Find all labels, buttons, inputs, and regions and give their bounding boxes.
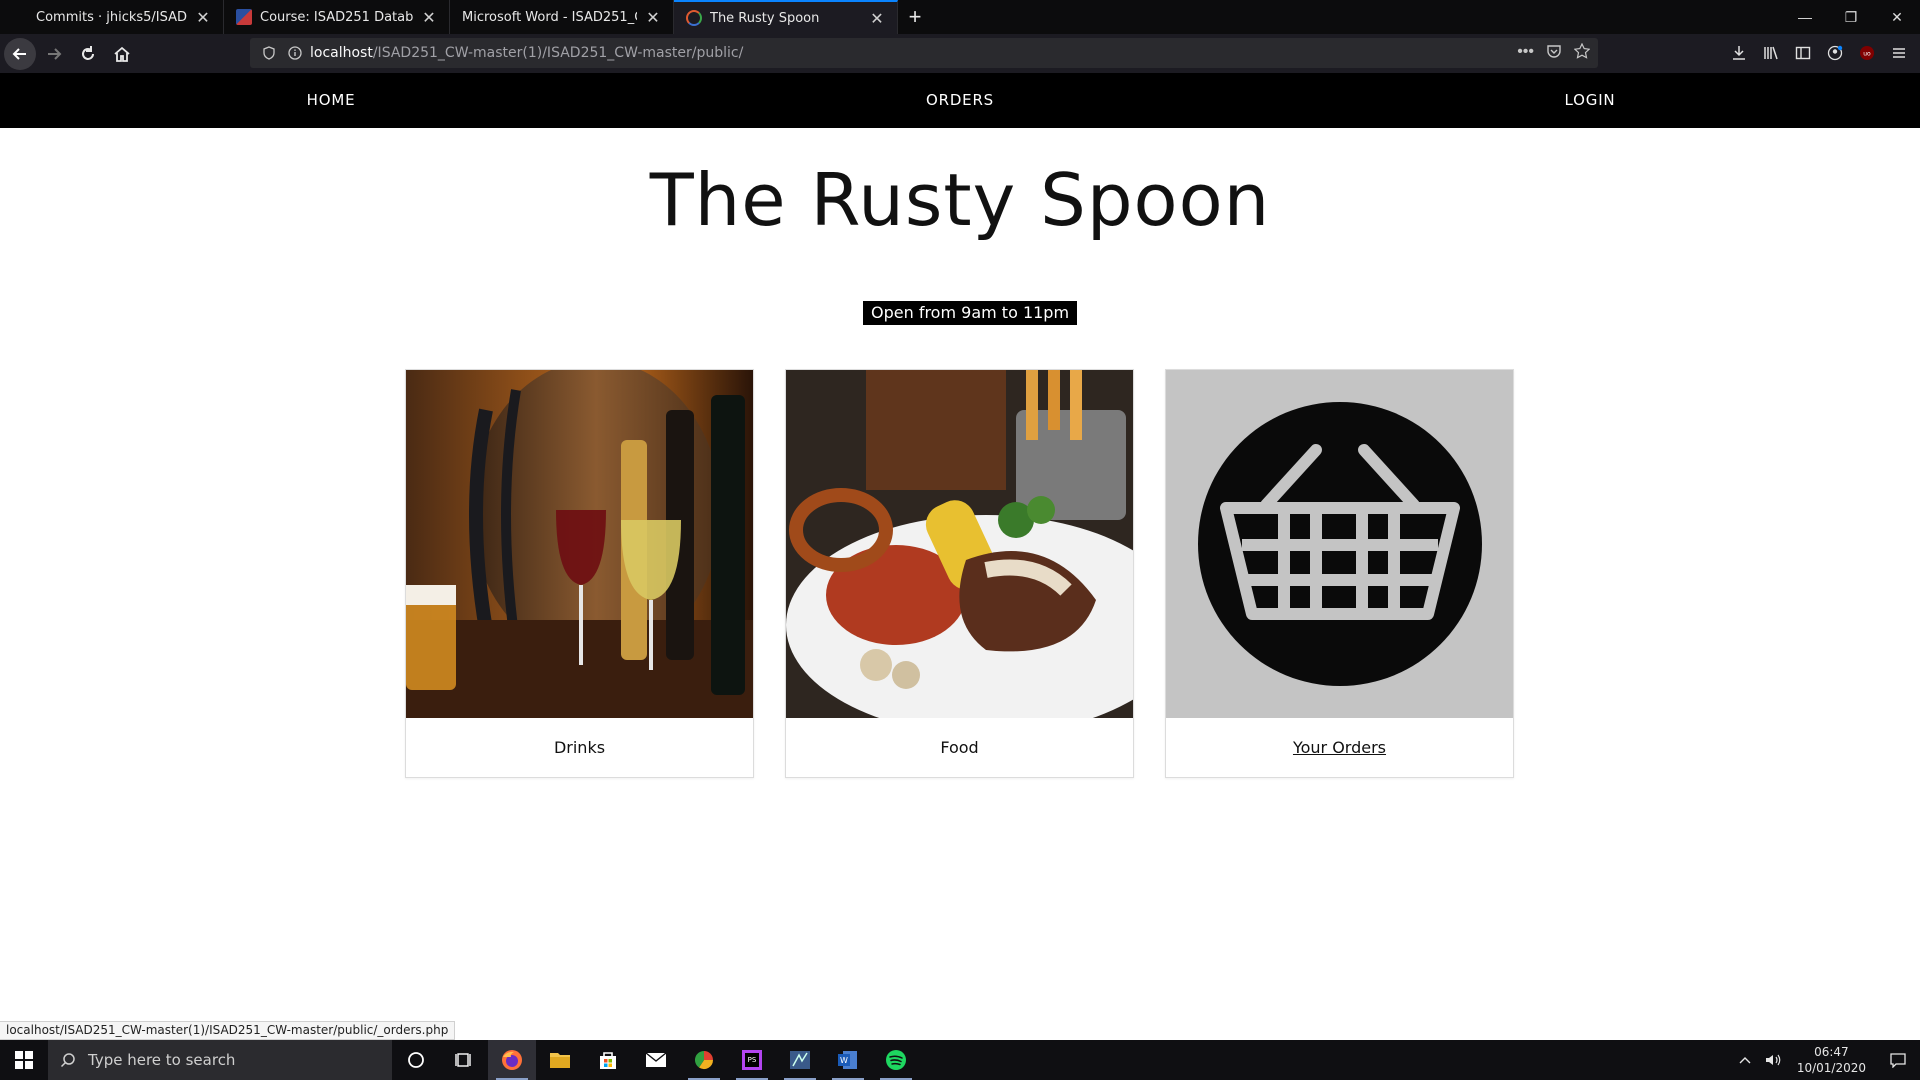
basket-image bbox=[1166, 370, 1513, 718]
food-image bbox=[786, 370, 1133, 718]
new-tab-button[interactable]: + bbox=[898, 0, 932, 34]
browser-tab-commits[interactable]: Commits · jhicks5/ISAD251_CW ✕ bbox=[0, 0, 224, 34]
close-icon[interactable]: ✕ bbox=[869, 9, 885, 28]
taskbar-ssms[interactable] bbox=[776, 1040, 824, 1080]
svg-text:uo: uo bbox=[1863, 51, 1871, 58]
library-icon[interactable] bbox=[1760, 42, 1782, 64]
browser-tab-word[interactable]: Microsoft Word - ISAD251_Coursew ✕ bbox=[450, 0, 674, 34]
taskbar-phpstorm[interactable]: PS bbox=[728, 1040, 776, 1080]
browser-tab-strip: Commits · jhicks5/ISAD251_CW ✕ Course: I… bbox=[0, 0, 1920, 34]
browser-toolbar: localhost/ISAD251_CW-master(1)/ISAD251_C… bbox=[0, 34, 1920, 73]
mail-icon bbox=[645, 1052, 667, 1067]
taskbar-mail[interactable] bbox=[632, 1040, 680, 1080]
menu-icon[interactable] bbox=[1888, 42, 1910, 64]
system-tray: 06:47 10/01/2020 bbox=[1731, 1040, 1920, 1080]
word-icon: W bbox=[838, 1051, 857, 1069]
back-arrow-icon bbox=[12, 47, 26, 60]
store-bag-icon bbox=[600, 1052, 616, 1069]
windows-logo-icon bbox=[15, 1051, 33, 1069]
task-view-icon bbox=[455, 1053, 471, 1067]
start-button[interactable] bbox=[0, 1040, 48, 1080]
account-icon[interactable] bbox=[1824, 42, 1846, 64]
food-card[interactable]: Food bbox=[785, 369, 1134, 778]
taskbar-firefox[interactable] bbox=[488, 1040, 536, 1080]
minimize-icon[interactable]: — bbox=[1782, 0, 1828, 34]
taskbar-clock[interactable]: 06:47 10/01/2020 bbox=[1787, 1044, 1876, 1076]
folder-icon bbox=[550, 1053, 570, 1068]
taskbar-spotify[interactable] bbox=[872, 1040, 920, 1080]
clock-date: 10/01/2020 bbox=[1796, 1061, 1866, 1075]
sidebar-icon[interactable] bbox=[1792, 42, 1814, 64]
taskbar-store[interactable] bbox=[584, 1040, 632, 1080]
nav-home-link[interactable]: HOME bbox=[307, 73, 356, 128]
forward-arrow-icon bbox=[48, 47, 62, 60]
cortana-icon bbox=[408, 1052, 424, 1068]
close-icon[interactable]: ✕ bbox=[195, 8, 211, 27]
nav-orders-link[interactable]: ORDERS bbox=[926, 73, 994, 128]
sql-server-icon bbox=[790, 1051, 810, 1069]
url-path: /ISAD251_CW-master(1)/ISAD251_CW-master/… bbox=[372, 45, 744, 61]
drinks-card[interactable]: Drinks bbox=[405, 369, 754, 778]
task-view-button[interactable] bbox=[440, 1040, 488, 1080]
home-button[interactable] bbox=[106, 38, 138, 70]
svg-text:PS: PS bbox=[748, 1056, 757, 1064]
page-actions-icon[interactable]: ••• bbox=[1517, 43, 1534, 64]
drinks-image bbox=[406, 370, 753, 718]
nav-login-link[interactable]: LOGIN bbox=[1565, 73, 1616, 128]
site-info-icon[interactable] bbox=[284, 43, 306, 63]
reload-button[interactable] bbox=[72, 38, 104, 70]
forward-button[interactable] bbox=[38, 38, 70, 70]
pocket-icon[interactable] bbox=[1546, 43, 1562, 64]
notifications-icon[interactable] bbox=[1876, 1052, 1920, 1068]
card-label[interactable]: Food bbox=[786, 718, 1133, 777]
opening-hours-badge: Open from 9am to 11pm bbox=[863, 301, 1078, 325]
bookmark-star-icon[interactable] bbox=[1573, 42, 1591, 64]
tab-title: Commits · jhicks5/ISAD251_CW bbox=[36, 9, 187, 25]
restore-icon[interactable]: ❐ bbox=[1828, 0, 1874, 34]
volume-icon[interactable] bbox=[1759, 1053, 1787, 1067]
your-orders-link[interactable]: Your Orders bbox=[1166, 718, 1513, 777]
loading-spinner-icon bbox=[686, 10, 702, 26]
chrome-like-app-icon bbox=[694, 1051, 713, 1070]
downloads-icon[interactable] bbox=[1728, 42, 1750, 64]
tracking-shield-icon[interactable] bbox=[258, 43, 280, 63]
github-icon bbox=[12, 9, 28, 25]
ublock-icon[interactable]: uo bbox=[1856, 42, 1878, 64]
windows-taskbar: Type here to search PS W 06:47 10/01/202… bbox=[0, 1040, 1920, 1080]
close-window-icon[interactable]: ✕ bbox=[1874, 0, 1920, 34]
page-title: The Rusty Spoon bbox=[649, 158, 1271, 242]
close-icon[interactable]: ✕ bbox=[421, 8, 437, 27]
taskbar-word[interactable]: W bbox=[824, 1040, 872, 1080]
tab-title: The Rusty Spoon bbox=[710, 10, 820, 26]
taskbar-search[interactable]: Type here to search bbox=[48, 1040, 392, 1080]
url-bar[interactable]: localhost/ISAD251_CW-master(1)/ISAD251_C… bbox=[250, 38, 1598, 68]
tab-title: Microsoft Word - ISAD251_Coursew bbox=[462, 9, 637, 25]
taskbar-file-explorer[interactable] bbox=[536, 1040, 584, 1080]
close-icon[interactable]: ✕ bbox=[645, 8, 661, 27]
clock-time: 06:47 bbox=[1814, 1045, 1849, 1059]
svg-text:W: W bbox=[840, 1056, 848, 1065]
home-icon bbox=[114, 46, 130, 62]
search-placeholder: Type here to search bbox=[88, 1051, 236, 1069]
university-shield-icon bbox=[236, 9, 252, 25]
firefox-icon bbox=[502, 1050, 522, 1070]
card-label[interactable]: Drinks bbox=[406, 718, 753, 777]
back-button[interactable] bbox=[4, 37, 36, 70]
tab-title: Course: ISAD251 Database Appl bbox=[260, 9, 413, 25]
window-controls: — ❐ ✕ bbox=[1782, 0, 1920, 34]
reload-icon bbox=[82, 45, 94, 60]
phpstorm-icon: PS bbox=[742, 1050, 762, 1070]
taskbar-app-colorful[interactable] bbox=[680, 1040, 728, 1080]
search-icon bbox=[60, 1053, 75, 1068]
cortana-button[interactable] bbox=[392, 1040, 440, 1080]
url-host: localhost bbox=[310, 45, 373, 61]
spotify-icon bbox=[886, 1050, 906, 1070]
your-orders-card[interactable]: Your Orders bbox=[1165, 369, 1514, 778]
chevron-up-icon[interactable] bbox=[1731, 1056, 1759, 1064]
toolbar-right-icons: uo bbox=[1728, 38, 1910, 68]
link-status-bar: localhost/ISAD251_CW-master(1)/ISAD251_C… bbox=[0, 1021, 456, 1040]
browser-tab-rusty-spoon[interactable]: The Rusty Spoon ✕ bbox=[674, 0, 898, 34]
site-navbar: HOME ORDERS LOGIN bbox=[0, 73, 1920, 128]
browser-tab-course[interactable]: Course: ISAD251 Database Appl ✕ bbox=[224, 0, 450, 34]
